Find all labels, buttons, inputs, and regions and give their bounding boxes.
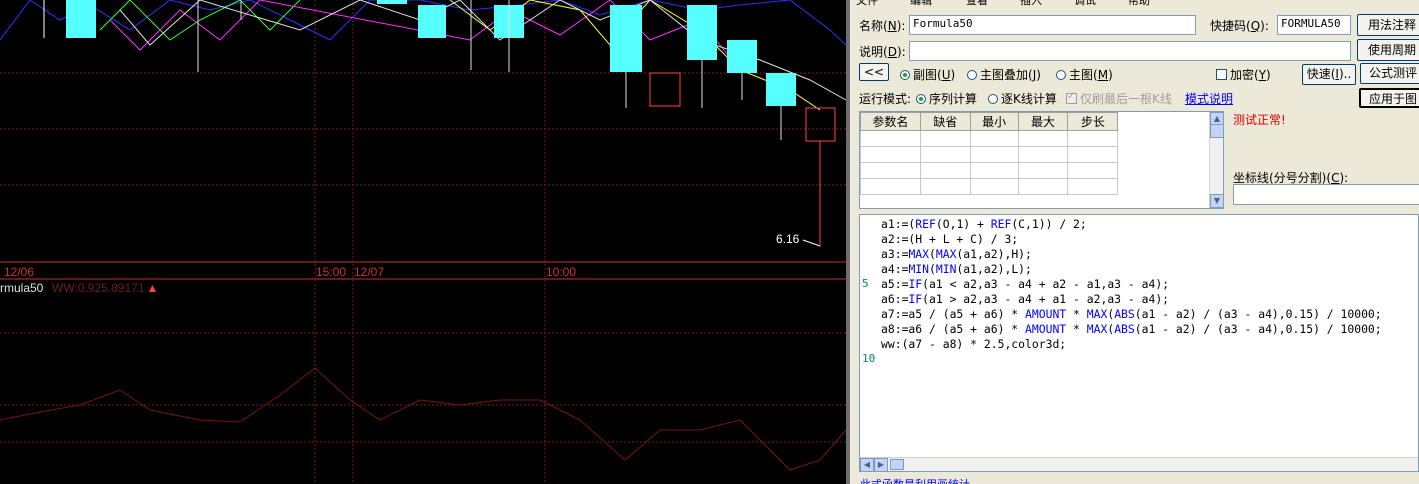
code-line[interactable]: a7:=a5 / (a5 + a6) * AMOUNT * MAX(ABS(a1…	[881, 307, 1382, 322]
menu-bar: 文件 编辑 查看 插入 调试 帮助	[850, 0, 1419, 8]
mode-per-bar-radio[interactable]: 逐K线计算	[988, 90, 1057, 107]
checkbox-icon[interactable]	[1216, 69, 1227, 80]
collapse-button[interactable]: <<	[859, 63, 889, 81]
period-button[interactable]: 使用周期	[1357, 39, 1419, 61]
code-line[interactable]: a5:=IF(a1 < a2,a3 - a4 + a2 - a1,a3 - a4…	[881, 277, 1382, 292]
candle	[377, 0, 407, 4]
scroll-thumb[interactable]	[1210, 124, 1224, 138]
candle	[649, 72, 681, 107]
candle	[727, 40, 757, 73]
table-row[interactable]	[860, 130, 1210, 147]
menu-view[interactable]: 查看	[966, 0, 988, 8]
indicator-value-text: WW:0.925.89171	[52, 281, 145, 295]
param-table[interactable]: 参数名 缺省 最小 最大 步长 ▲ ▼	[859, 111, 1224, 209]
table-row[interactable]	[860, 146, 1210, 163]
menu-help[interactable]: 帮助	[1128, 0, 1150, 8]
code-line[interactable]: ww:(a7 - a8) * 2.5,color3d;	[881, 337, 1382, 352]
line-number: 5	[862, 277, 869, 290]
table-row[interactable]	[860, 178, 1210, 195]
scroll-left-icon[interactable]: ◀	[860, 458, 874, 472]
radio-off-icon[interactable]	[988, 94, 998, 104]
shortcut-input[interactable]: FORMULA50	[1277, 15, 1351, 35]
code-hscrollbar[interactable]: ◀ ▶	[860, 457, 1418, 472]
mode-label: 运行模式:	[859, 92, 912, 106]
column-header[interactable]: 缺省	[919, 112, 971, 131]
checkbox-disabled-icon[interactable]	[1066, 91, 1077, 104]
time-label: 10:00	[546, 265, 577, 279]
bottom-hint: 此式函数是利用画统计...	[860, 476, 981, 484]
code-line[interactable]: a3:=MAX(MAX(a1,a2),H);	[881, 247, 1382, 262]
line-number: 10	[862, 352, 876, 365]
ma-line-green	[99, 0, 301, 41]
radio-on-icon[interactable]	[916, 94, 926, 104]
desc-input[interactable]	[909, 41, 1351, 61]
candles	[43, 0, 836, 247]
candle	[805, 107, 836, 142]
time-label: 12/07	[354, 265, 385, 279]
line-gutter: 5 10	[860, 215, 880, 459]
grid	[0, 0, 846, 484]
column-header-blank	[1117, 112, 1210, 131]
test-status: 测试正常!	[1233, 113, 1286, 127]
last-bar-checkbox[interactable]: 仅刷最后一根K线	[1066, 90, 1172, 107]
usage-notes-button[interactable]: 用法注释	[1357, 14, 1419, 36]
code-line[interactable]	[881, 352, 1382, 367]
candle	[610, 5, 642, 72]
shortcut-label: 快捷码(Q):	[1210, 19, 1269, 33]
radio-off-icon[interactable]	[967, 70, 977, 80]
kline-chart[interactable]: 12/06 15:00 12/07 10:00 6.16 rmula50 WW:…	[0, 0, 848, 484]
code-text[interactable]: a1:=(REF(O,1) + REF(C,1)) / 2; a2:=(H + L…	[881, 217, 1382, 367]
formula-test-button[interactable]: 公式测评	[1360, 63, 1419, 84]
column-header[interactable]: 参数名	[860, 112, 921, 131]
radio-on-icon[interactable]	[900, 70, 910, 80]
radio-main[interactable]: 主图(M)	[1056, 66, 1113, 83]
scroll-down-icon[interactable]: ▼	[1210, 194, 1224, 208]
radio-sub[interactable]: 副图(U)	[900, 66, 955, 83]
quick-button[interactable]: 快速(I)..	[1302, 64, 1356, 85]
code-line[interactable]: a4:=MIN(MIN(a1,a2),L);	[881, 262, 1382, 277]
code-line[interactable]: a1:=(REF(O,1) + REF(C,1)) / 2;	[881, 217, 1382, 232]
param-scrollbar[interactable]: ▲ ▼	[1209, 112, 1224, 208]
name-input[interactable]: Formula50	[909, 15, 1196, 35]
desc-label: 说明(D):	[859, 45, 906, 59]
candle	[766, 73, 796, 106]
encrypt-checkbox[interactable]: 加密(Y)	[1216, 66, 1271, 83]
time-label: 15:00	[316, 265, 347, 279]
column-header[interactable]: 步长	[1067, 112, 1119, 131]
price-label: 6.16	[776, 232, 800, 246]
arrow-up-icon: ▲	[146, 281, 159, 295]
coord-input[interactable]	[1233, 184, 1419, 205]
scroll-thumb[interactable]	[890, 459, 904, 470]
column-header[interactable]: 最大	[1017, 112, 1069, 131]
code-line[interactable]: a2:=(H + L + C) / 3;	[881, 232, 1382, 247]
ww-indicator-line	[0, 367, 847, 471]
formula-editor: 文件 编辑 查看 插入 调试 帮助 名称(N): Formula50 快捷码(Q…	[850, 0, 1419, 484]
column-header[interactable]: 最小	[969, 112, 1019, 131]
name-label: 名称(N):	[859, 19, 906, 33]
table-row[interactable]	[860, 162, 1210, 179]
code-editor[interactable]: 5 10 a1:=(REF(O,1) + REF(C,1)) / 2; a2:=(…	[859, 214, 1419, 472]
candle	[418, 5, 446, 38]
chart-canvas[interactable]	[0, 0, 848, 484]
mode-sequence-radio[interactable]: 序列计算	[916, 90, 977, 107]
mode-help-link[interactable]: 模式说明	[1185, 90, 1233, 107]
code-line[interactable]: a6:=IF(a1 > a2,a3 - a4 + a1 - a2,a3 - a4…	[881, 292, 1382, 307]
candle	[687, 5, 717, 60]
menu-edit[interactable]: 编辑	[910, 0, 932, 8]
time-label: 12/06	[4, 265, 35, 279]
radio-overlay[interactable]: 主图叠加(J)	[967, 66, 1041, 83]
radio-off-icon[interactable]	[1056, 70, 1066, 80]
scroll-right-icon[interactable]: ▶	[874, 458, 888, 472]
menu-insert[interactable]: 插入	[1020, 0, 1042, 8]
menu-debug[interactable]: 调试	[1074, 0, 1096, 8]
indicator-name: rmula50	[0, 281, 44, 295]
apply-to-chart-button[interactable]: 应用于图	[1359, 88, 1419, 108]
indicator-value: WW:0.925.89171 ▲	[52, 281, 158, 295]
code-line[interactable]: a8:=a6 / (a5 + a6) * AMOUNT * MAX(ABS(a1…	[881, 322, 1382, 337]
menu-file[interactable]: 文件	[856, 0, 878, 8]
